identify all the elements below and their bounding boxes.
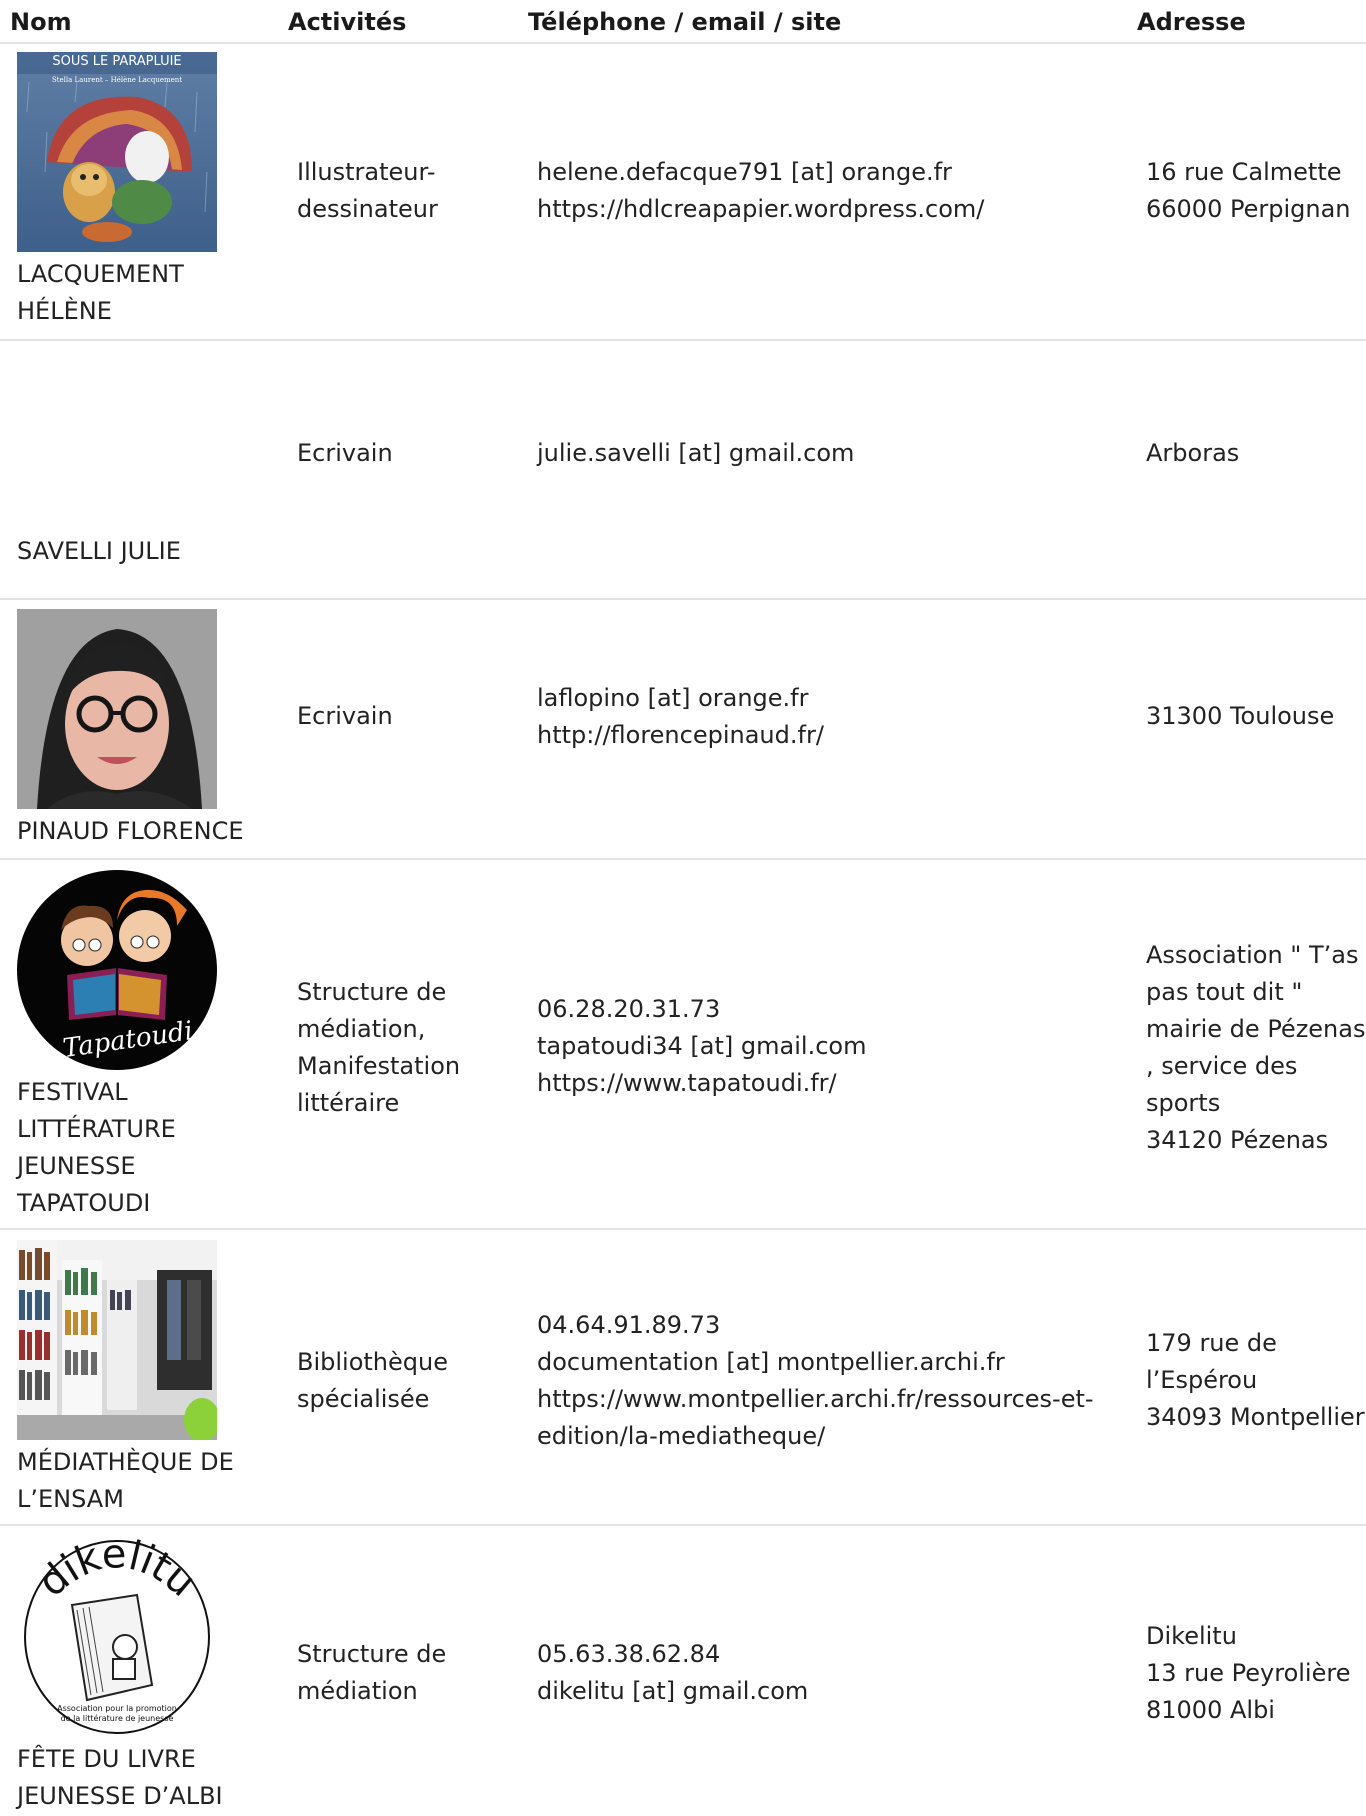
table-row: Tapatoudi FESTIVAL LITTÉRATURE JEUNESSE … xyxy=(0,860,1366,1230)
contact-cell[interactable]: 04.64.91.89.73 documentation [at] montpe… xyxy=(537,1307,1107,1455)
header-activites: Activités xyxy=(288,8,407,36)
portrait-photo[interactable] xyxy=(17,609,217,809)
activity-cell: Illustrateur- dessinateur xyxy=(297,158,438,223)
header-contact: Téléphone / email / site xyxy=(528,8,842,36)
contact-cell[interactable]: helene.defacque791 [at] orange.fr https:… xyxy=(537,154,1107,228)
address-cell: 16 rue Calmette 66000 Perpignan xyxy=(1146,158,1351,223)
name-cell: PINAUD FLORENCE xyxy=(17,609,257,850)
name-cell: MÉDIATHÈQUE DE L’ENSAM xyxy=(17,1240,257,1518)
association-logo[interactable]: dikelitu Association pour la promotion d… xyxy=(17,1535,217,1735)
header-adresse: Adresse xyxy=(1137,8,1246,36)
person-name: LACQUEMENT HÉLÈNE xyxy=(17,260,184,325)
table-row: MÉDIATHÈQUE DE L’ENSAM Bibliothèque spéc… xyxy=(0,1230,1366,1526)
logo-caption: Association pour la promotion xyxy=(57,1704,177,1713)
book-cover-image[interactable]: SOUS LE PARAPLUIE Stella Laurent – Hélèn… xyxy=(17,52,217,252)
name-cell: SAVELLI JULIE xyxy=(17,533,257,570)
activity-cell: Bibliothèque spécialisée xyxy=(297,1348,448,1413)
table-row: PINAUD FLORENCE Ecrivain laflopino [at] … xyxy=(0,600,1366,860)
table-header: Nom Activités Téléphone / email / site A… xyxy=(0,0,1366,44)
contact-cell[interactable]: 05.63.38.62.84 dikelitu [at] gmail.com xyxy=(537,1636,1107,1710)
cover-authors: Stella Laurent – Hélène Lacquement xyxy=(52,76,182,84)
table-row: dikelitu Association pour la promotion d… xyxy=(0,1526,1366,1816)
name-cell: SOUS LE PARAPLUIE Stella Laurent – Hélèn… xyxy=(17,52,257,330)
contact-cell[interactable]: julie.savelli [at] gmail.com xyxy=(537,435,1107,472)
address-cell: Association " T’as pas tout dit " mairie… xyxy=(1146,941,1366,1154)
library-photo[interactable] xyxy=(17,1240,217,1440)
name-cell: dikelitu Association pour la promotion d… xyxy=(17,1535,257,1815)
person-name: FESTIVAL LITTÉRATURE JEUNESSE TAPATOUDI xyxy=(17,1078,176,1217)
festival-logo[interactable]: Tapatoudi xyxy=(17,870,217,1070)
header-nom: Nom xyxy=(10,8,72,36)
contact-cell[interactable]: 06.28.20.31.73 tapatoudi34 [at] gmail.co… xyxy=(537,991,1107,1102)
activity-cell: Ecrivain xyxy=(297,439,393,467)
name-cell: Tapatoudi FESTIVAL LITTÉRATURE JEUNESSE … xyxy=(17,870,257,1222)
activity-cell: Structure de médiation xyxy=(297,1640,447,1705)
person-name: PINAUD FLORENCE xyxy=(17,817,244,845)
table-row: SOUS LE PARAPLUIE Stella Laurent – Hélèn… xyxy=(0,44,1366,341)
address-cell: Dikelitu 13 rue Peyrolière 81000 Albi xyxy=(1146,1622,1351,1724)
address-cell: 179 rue de l’Espérou 34093 Montpellier xyxy=(1146,1329,1365,1431)
person-name: SAVELLI JULIE xyxy=(17,537,181,565)
activity-cell: Structure de médiation, Manifestation li… xyxy=(297,978,461,1117)
address-cell: Arboras xyxy=(1146,439,1240,467)
table-row: SAVELLI JULIE Ecrivain julie.savelli [at… xyxy=(0,341,1366,600)
logo-caption-2: de la littérature de jeunesse xyxy=(61,1713,174,1723)
contact-cell[interactable]: laflopino [at] orange.fr http://florence… xyxy=(537,680,1107,754)
person-name: MÉDIATHÈQUE DE L’ENSAM xyxy=(17,1448,234,1513)
cover-title: SOUS LE PARAPLUIE xyxy=(52,54,181,69)
address-cell: 31300 Toulouse xyxy=(1146,702,1335,730)
directory-table: Nom Activités Téléphone / email / site A… xyxy=(0,0,1366,1816)
activity-cell: Ecrivain xyxy=(297,702,393,730)
